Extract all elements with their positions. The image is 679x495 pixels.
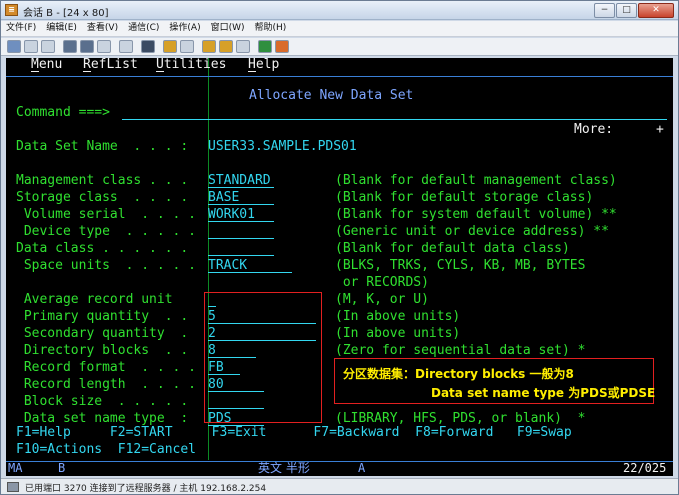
field-label-space-units: Space units . . . . . (16, 258, 197, 273)
annotation-line-1: 分区数据集：Directory blocks 一般为8 (343, 367, 574, 381)
field-label-average-record-unit: Average record unit (16, 292, 173, 307)
menu-action-reflist[interactable]: RefList (83, 58, 138, 74)
send-icon[interactable] (63, 40, 77, 53)
dsname-value: USER33.SAMPLE.PDS01 (208, 139, 357, 154)
status-bar: 已用端口 3270 连接到了远程服务器 / 主机 192.168.2.254 (1, 478, 678, 494)
field-label-primary-quantity: Primary quantity . . (16, 309, 189, 324)
receive-icon[interactable] (80, 40, 94, 53)
toolbar (1, 38, 678, 56)
menu-window[interactable]: 窗口(W) (206, 21, 250, 36)
field-hint-device-type: (Generic unit or device address) ** (335, 224, 609, 239)
field-label-data-class: Data class . . . . . . (16, 241, 189, 256)
oia-session: B (58, 461, 66, 475)
field-hint-management-class: (Blank for default management class) (335, 173, 617, 188)
pf-keys-row-1[interactable]: F1=Help F2=START F3=Exit F7=Backward F8=… (16, 425, 572, 442)
field-hint-space-units-cont: or RECORDS) (335, 275, 429, 290)
field-label-volume-serial: Volume serial . . . . (16, 207, 197, 222)
more-plus: + (656, 122, 664, 137)
highlight-box-fields (204, 292, 322, 423)
field-hint-data-class: (Blank for default data class) (335, 241, 570, 256)
field-label-block-size: Block size . . . . . (16, 394, 189, 409)
connect-icon[interactable] (258, 40, 272, 53)
display-icon[interactable] (97, 40, 111, 53)
oia-ime: 英文 半形 (258, 461, 310, 475)
menu-view[interactable]: 查看(V) (82, 21, 123, 36)
paste-icon[interactable] (41, 40, 55, 53)
title-bar: ≡ 会话 B - [24 x 80] − □ ✕ (1, 1, 678, 20)
macro-stop-icon[interactable] (180, 40, 194, 53)
annotation-line-2: Data set name type 为PDS或PDSE (431, 386, 656, 400)
status-text: 已用端口 3270 连接到了远程服务器 / 主机 192.168.2.254 (25, 484, 267, 494)
pf-keys-row-2[interactable]: F10=Actions F12=Cancel (16, 442, 196, 459)
menu-communication[interactable]: 通信(C) (123, 21, 164, 36)
menu-bar: 文件(F) 编辑(E) 查看(V) 通信(C) 操作(A) 窗口(W) 帮助(H… (1, 21, 678, 37)
macro-pause-icon[interactable] (219, 40, 233, 53)
field-label-record-format: Record format . . . . (16, 360, 197, 375)
terminal-screen[interactable]: Menu RefList Utilities Help Allocate New… (6, 58, 673, 476)
menu-file[interactable]: 文件(F) (1, 21, 41, 36)
minimize-button[interactable]: − (594, 3, 615, 18)
panel-title: Allocate New Data Set (249, 88, 414, 103)
dsname-label: Data Set Name . . . : (16, 139, 189, 154)
macro-play-icon[interactable] (163, 40, 177, 53)
oia-cursor-position: 22/025 (623, 461, 667, 475)
field-hint-storage-class: (Blank for default storage class) (335, 190, 594, 205)
copy-icon[interactable] (24, 40, 38, 53)
field-label-storage-class: Storage class . . . . (16, 190, 189, 205)
record-icon[interactable] (141, 40, 155, 53)
menu-actions[interactable]: 操作(A) (164, 21, 205, 36)
annotation-callout: 分区数据集：Directory blocks 一般为8 Data set nam… (334, 358, 656, 404)
oia-insert: A (358, 461, 366, 475)
close-button[interactable]: ✕ (638, 3, 674, 18)
field-hint-secondary-quantity: (In above units) (335, 326, 461, 341)
field-label-secondary-quantity: Secondary quantity . (16, 326, 189, 341)
keyboard-icon[interactable] (119, 40, 133, 53)
field-hint-primary-quantity: (In above units) (335, 309, 461, 324)
field-hint-volume-serial: (Blank for system default volume) ** (335, 207, 617, 222)
menu-action-utilities[interactable]: Utilities (156, 58, 226, 74)
macro-edit-icon[interactable] (236, 40, 250, 53)
window-controls: − □ ✕ (593, 3, 674, 18)
app-icon: ≡ (5, 4, 18, 16)
print-icon[interactable] (7, 40, 21, 53)
field-label-device-type: Device type . . . . . (16, 224, 197, 239)
menu-help[interactable]: 帮助(H) (250, 21, 292, 36)
connection-icon (7, 482, 19, 492)
field-hint-space-units: (BLKS, TRKS, CYLS, KB, MB, BYTES (335, 258, 586, 273)
command-input[interactable] (122, 119, 667, 120)
emulator-window: ≡ 会话 B - [24 x 80] − □ ✕ 文件(F) 编辑(E) 查看(… (0, 0, 679, 495)
window-title: 会话 B - [24 x 80] (23, 8, 109, 19)
macro-record-icon[interactable] (202, 40, 216, 53)
more-indicator: More: (574, 122, 614, 137)
field-label-directory-blocks: Directory blocks . . (16, 343, 189, 358)
oia-left: MA (8, 461, 23, 475)
oia-status-row: MA B 英文 半形 A 22/025 (6, 460, 673, 476)
disconnect-icon[interactable] (275, 40, 289, 53)
maximize-button[interactable]: □ (616, 3, 637, 18)
field-label-management-class: Management class . . . (16, 173, 189, 188)
menu-edit[interactable]: 编辑(E) (41, 21, 82, 36)
field-hint-average-record-unit: (M, K, or U) (335, 292, 429, 307)
command-label: Command ===> (16, 105, 110, 120)
field-label-record-length: Record length . . . . (16, 377, 197, 392)
